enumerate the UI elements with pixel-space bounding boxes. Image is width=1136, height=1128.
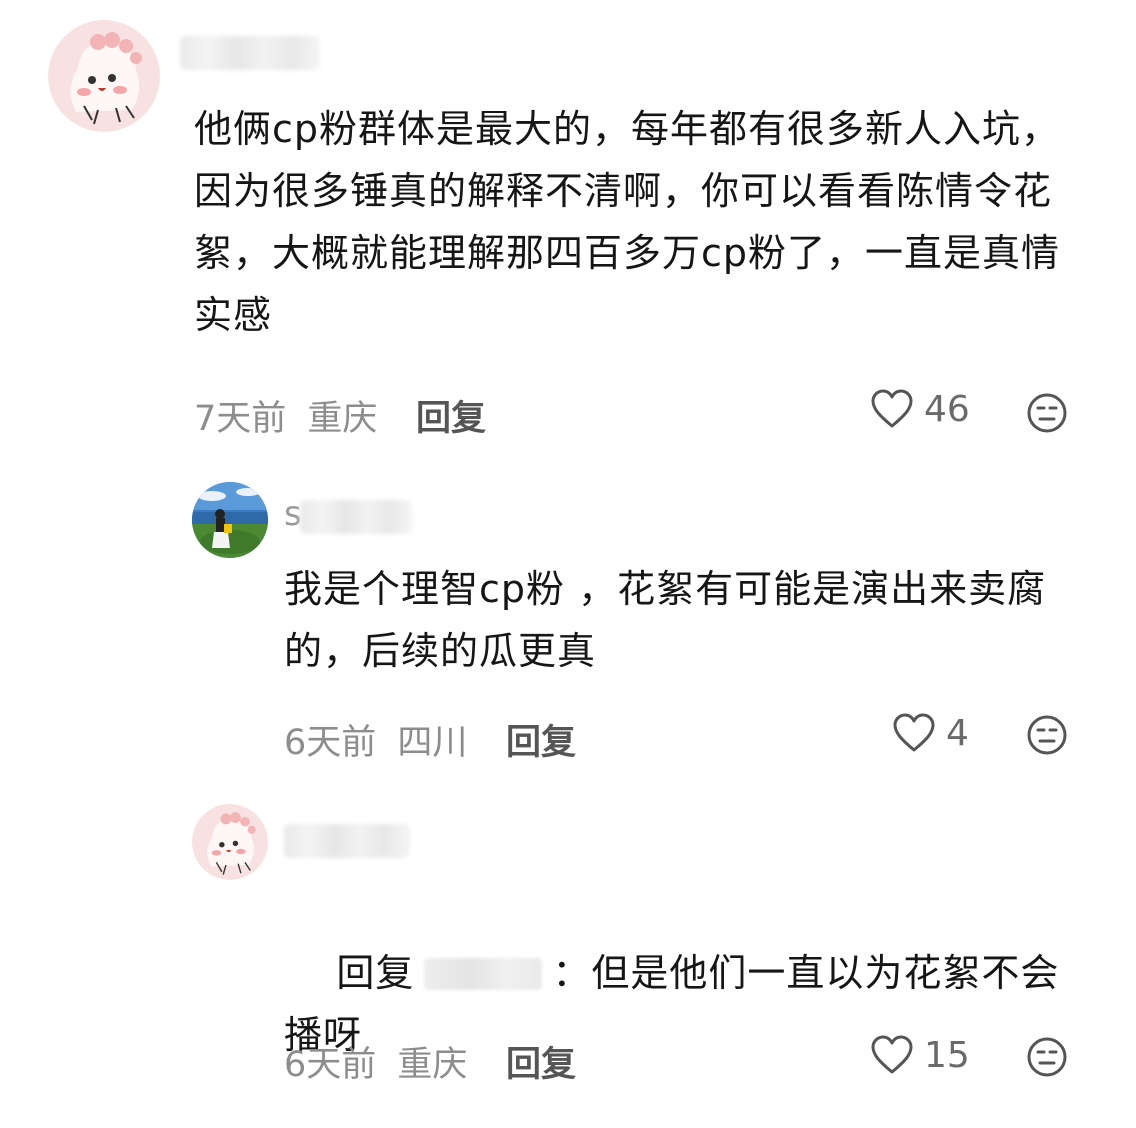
comment-time: 7天前 [194,399,287,439]
like-button[interactable]: 4 [892,712,969,754]
comment-meta: 6天前 重庆 [284,1036,467,1087]
avatar[interactable] [48,20,160,132]
dislike-button[interactable] [1026,1036,1068,1082]
comment-text: 回复 ：但是他们一直以为花絮不会播呀 [284,880,1074,1128]
neutral-face-icon [1027,715,1067,755]
comment-text: 我是个理智cp粉 ，花絮有可能是演出来卖腐的，后续的瓜更真 [284,567,1047,673]
comment-time: 6天前 [284,723,377,763]
like-count: 15 [924,1034,970,1076]
dislike-button[interactable] [1026,392,1068,438]
reply-button[interactable]: 回复 [506,1036,576,1087]
username-blurred[interactable] [180,36,320,70]
pink-cartoon-avatar-icon [48,20,160,132]
username-blurred[interactable] [284,824,410,858]
comment-meta: 6天前 四川 [284,714,467,765]
neutral-face-icon [1027,393,1067,433]
comment-location: 重庆 [307,399,378,439]
like-count: 4 [946,712,969,754]
reply-button[interactable]: 回复 [416,390,486,441]
photo-avatar-icon [192,482,268,558]
dislike-button[interactable] [1026,714,1068,760]
heart-outline-icon [893,713,935,752]
username-blurred[interactable] [300,500,412,534]
reply-prefix: 回复 [336,951,415,995]
comment-time: 6天前 [284,1045,377,1085]
like-count: 46 [924,388,970,430]
reply-button[interactable]: 回复 [506,714,576,765]
avatar[interactable] [192,482,268,558]
pink-cartoon-avatar-icon [192,804,268,880]
comment-meta: 7天前 重庆 [194,390,377,441]
comment-location: 四川 [397,723,468,763]
comment-location: 重庆 [397,1045,468,1085]
comment-text: 他俩cp粉群体是最大的，每年都有很多新人入坑，因为很多锤真的解释不清啊，你可以看… [194,107,1061,337]
heart-outline-icon [871,1035,913,1074]
mention-blurred[interactable] [424,958,543,990]
neutral-face-icon [1027,1037,1067,1077]
like-button[interactable]: 46 [870,388,970,430]
heart-outline-icon [871,389,913,428]
like-button[interactable]: 15 [870,1034,970,1076]
avatar[interactable] [192,804,268,880]
